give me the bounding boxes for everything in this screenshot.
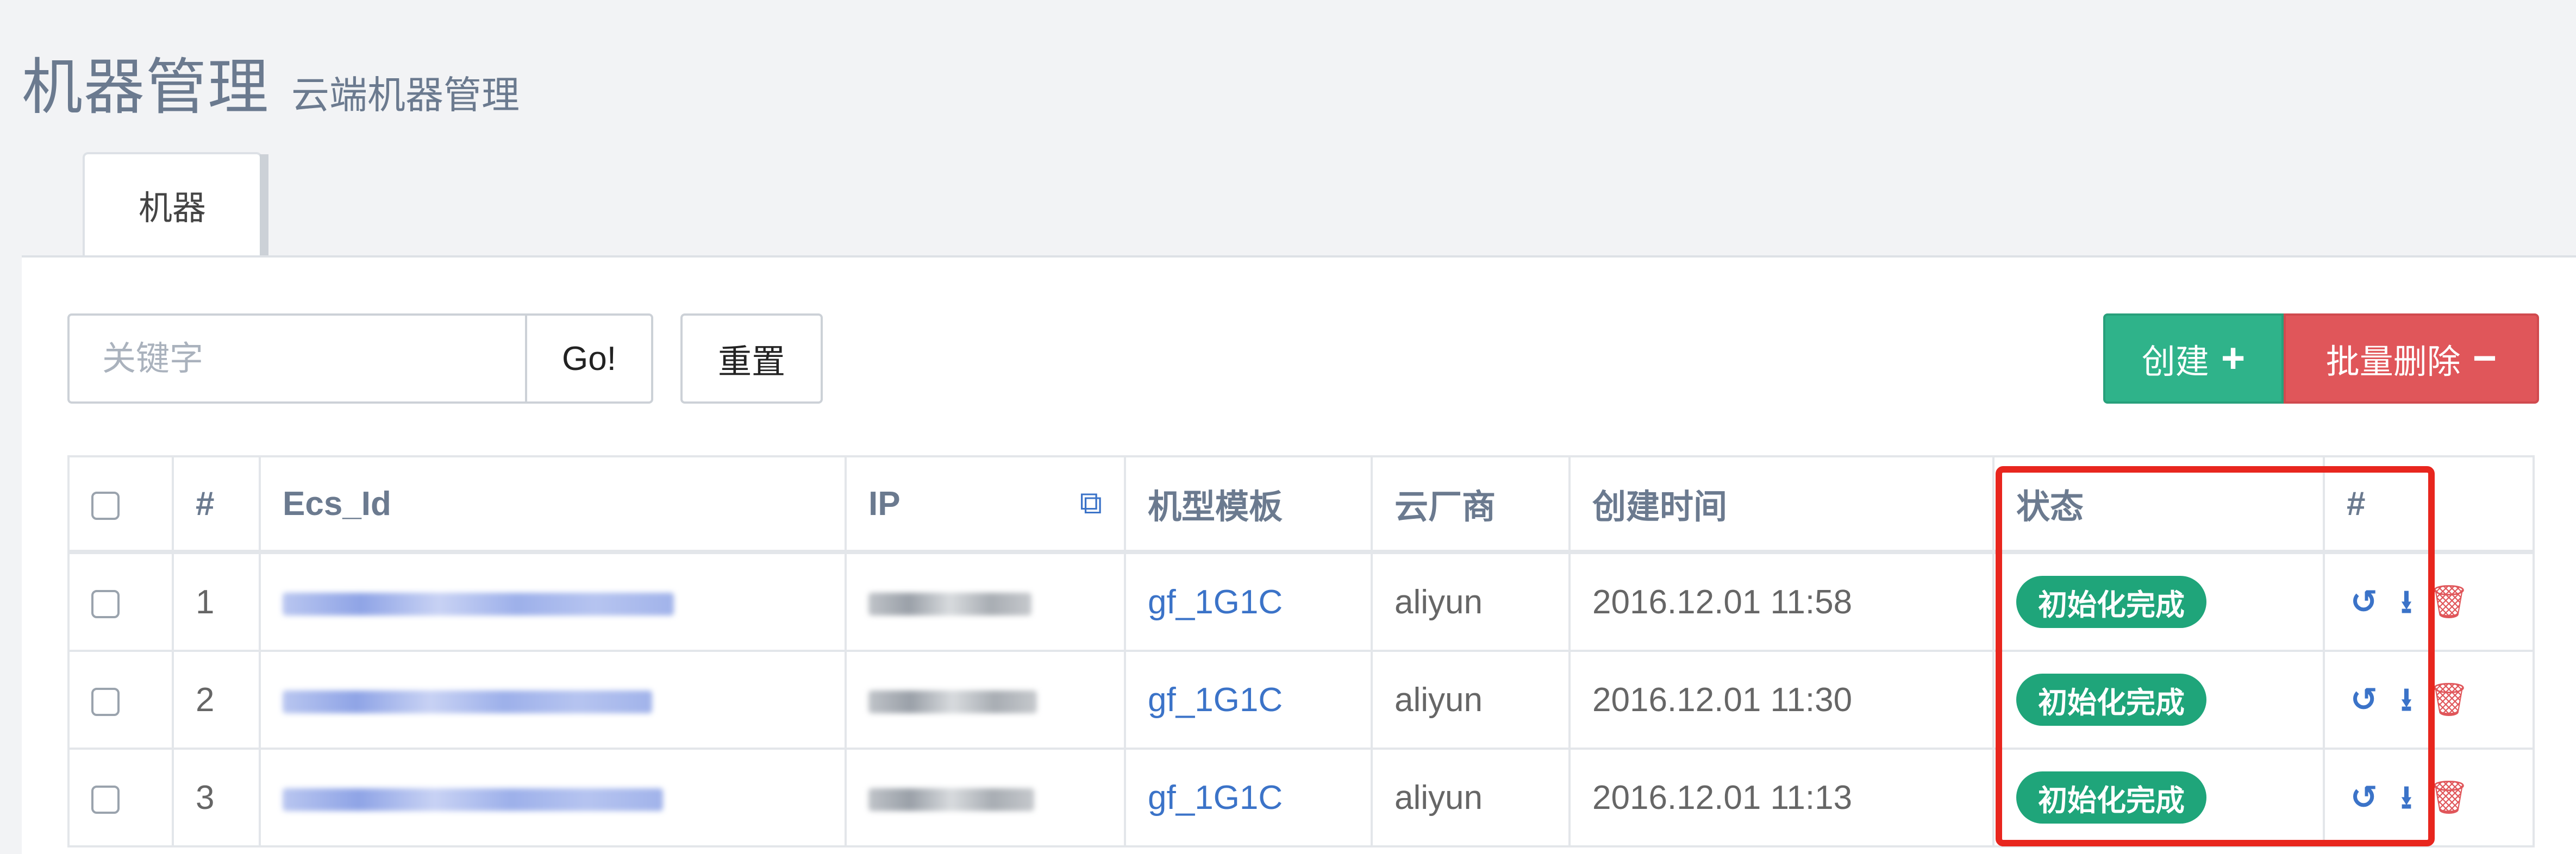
trash-icon[interactable]: 🗑	[2428, 585, 2469, 619]
row-checkbox[interactable]	[91, 590, 120, 619]
header-created[interactable]: 创建时间	[1568, 455, 1994, 554]
row-index: 1	[172, 551, 261, 652]
header-index: #	[172, 455, 261, 554]
row-created: 2016.12.01 11:58	[1568, 551, 1994, 652]
download-icon[interactable]: ⭳	[2389, 780, 2424, 815]
status-badge: 初始化完成	[2016, 674, 2206, 726]
row-checkbox[interactable]	[91, 688, 120, 717]
row-actions: ↺ ⭳ 🗑	[2347, 585, 2511, 619]
tab-machines[interactable]: 机器	[83, 152, 268, 258]
header-select-all[interactable]	[67, 455, 174, 554]
plus-icon: +	[2221, 335, 2246, 381]
row-index: 3	[172, 748, 261, 847]
row-index: 2	[172, 650, 261, 750]
row-created: 2016.12.01 11:13	[1568, 748, 1994, 847]
row-created: 2016.12.01 11:30	[1568, 650, 1994, 750]
header-ecs-id[interactable]: Ecs_Id	[259, 455, 847, 554]
content-panel: Go! 重置 创建 + 批量删除 − # Ecs_Id IP ⧉ 机型模板 云厂…	[22, 255, 2576, 854]
redacted-ip	[868, 788, 1034, 812]
search-input[interactable]	[67, 313, 525, 404]
row-ecs-id	[259, 551, 847, 652]
go-button[interactable]: Go!	[525, 313, 653, 404]
row-ip	[845, 650, 1126, 750]
search-group: Go!	[67, 313, 653, 404]
row-vendor: aliyun	[1371, 551, 1571, 652]
row-vendor: aliyun	[1371, 748, 1571, 847]
row-checkbox[interactable]	[91, 786, 120, 814]
status-badge: 初始化完成	[2016, 576, 2206, 628]
machines-table: # Ecs_Id IP ⧉ 机型模板 云厂商 创建时间 状态 # 1 gf_1G…	[67, 455, 2535, 847]
row-actions: ↺ ⭳ 🗑	[2347, 682, 2511, 717]
page-title: 机器管理	[22, 53, 270, 121]
row-ecs-id	[259, 650, 847, 750]
header-vendor[interactable]: 云厂商	[1371, 455, 1571, 554]
header-template[interactable]: 机型模板	[1124, 455, 1373, 554]
minus-icon: −	[2472, 335, 2497, 381]
row-ecs-id	[259, 748, 847, 847]
header-ip[interactable]: IP ⧉	[845, 455, 1126, 554]
redacted-ecs-id	[283, 593, 674, 616]
redacted-ip	[868, 593, 1031, 616]
reset-button[interactable]: 重置	[680, 313, 823, 404]
batch-delete-label: 批量删除	[2325, 343, 2461, 381]
status-badge: 初始化完成	[2016, 771, 2206, 824]
redacted-ip	[868, 690, 1037, 714]
row-ip	[845, 551, 1126, 652]
page-subtitle: 云端机器管理	[291, 74, 520, 116]
trash-icon[interactable]: 🗑	[2428, 682, 2469, 717]
table-row: 2 gf_1G1C aliyun 2016.12.01 11:30 初始化完成 …	[67, 650, 2535, 750]
row-vendor: aliyun	[1371, 650, 1571, 750]
template-link[interactable]: gf_1G1C	[1148, 583, 1283, 621]
download-icon[interactable]: ⭳	[2389, 682, 2424, 717]
redacted-ecs-id	[283, 690, 652, 714]
table-row: 1 gf_1G1C aliyun 2016.12.01 11:58 初始化完成 …	[67, 551, 2535, 652]
table-header-row: # Ecs_Id IP ⧉ 机型模板 云厂商 创建时间 状态 #	[67, 455, 2535, 554]
template-link[interactable]: gf_1G1C	[1148, 681, 1283, 719]
header-actions: #	[2323, 455, 2535, 554]
table-row: 3 gf_1G1C aliyun 2016.12.01 11:13 初始化完成 …	[67, 748, 2535, 847]
page-header: 机器管理 云端机器管理	[22, 38, 520, 125]
history-icon[interactable]: ↺	[2347, 585, 2381, 619]
row-actions: ↺ ⭳ 🗑	[2347, 780, 2511, 815]
batch-delete-button[interactable]: 批量删除 −	[2284, 313, 2539, 404]
template-link[interactable]: gf_1G1C	[1148, 779, 1283, 817]
create-label: 创建	[2141, 343, 2209, 381]
select-all-checkbox[interactable]	[91, 492, 120, 520]
header-status[interactable]: 状态	[1992, 455, 2325, 554]
tab-label: 机器	[138, 190, 206, 227]
redacted-ecs-id	[283, 788, 663, 812]
history-icon[interactable]: ↺	[2347, 682, 2381, 717]
download-icon[interactable]: ⭳	[2389, 585, 2424, 619]
create-button[interactable]: 创建 +	[2103, 313, 2284, 404]
row-ip	[845, 748, 1126, 847]
copy-icon[interactable]: ⧉	[1080, 485, 1102, 522]
history-icon[interactable]: ↺	[2347, 780, 2381, 815]
trash-icon[interactable]: 🗑	[2428, 780, 2469, 815]
header-ip-label: IP	[868, 485, 901, 523]
